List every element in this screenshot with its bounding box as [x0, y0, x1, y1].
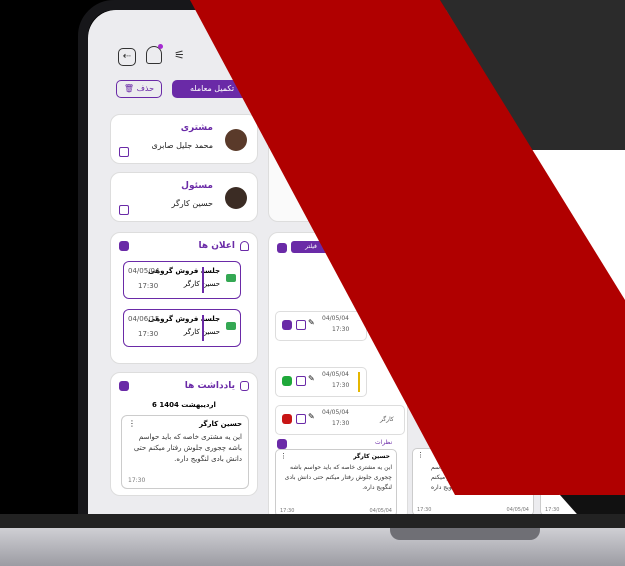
laptop-bezel	[78, 0, 625, 530]
laptop-notch	[390, 528, 540, 540]
